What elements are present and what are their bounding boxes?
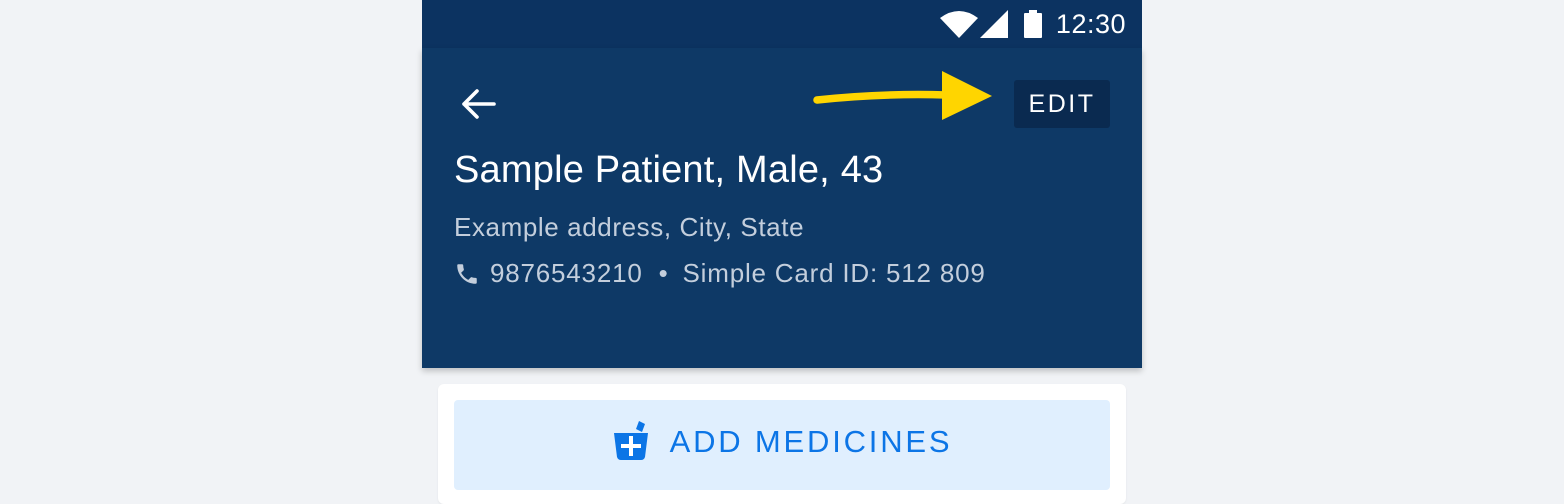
edit-button[interactable]: EDIT bbox=[1014, 80, 1110, 128]
actions-card: ADD MEDICINES bbox=[438, 384, 1126, 504]
battery-icon bbox=[1023, 10, 1042, 38]
separator-dot: • bbox=[658, 258, 669, 288]
phone-number: 9876543210 bbox=[490, 258, 643, 288]
patient-address: Example address, City, State bbox=[454, 212, 805, 242]
status-bar: 12:30 bbox=[422, 0, 1142, 48]
patient-header: EDIT Sample Patient, Male, 43 Example ad… bbox=[422, 48, 1142, 368]
contact-row: 9876543210 • Simple Card ID: 512 809 bbox=[454, 258, 986, 289]
wifi-icon bbox=[939, 10, 978, 38]
back-button[interactable] bbox=[448, 76, 508, 136]
status-icons: 12:30 bbox=[939, 0, 1126, 48]
cellular-signal-icon bbox=[979, 10, 1010, 38]
simple-card-id: Simple Card ID: 512 809 bbox=[682, 258, 986, 288]
add-medicines-content: ADD MEDICINES bbox=[612, 418, 953, 466]
arrow-back-icon bbox=[460, 88, 496, 125]
phone-screen: 12:30 EDIT Sample Patient, Male, 43 Exam… bbox=[422, 0, 1142, 504]
annotation-arrow-icon bbox=[812, 68, 992, 133]
patient-title: Sample Patient, Male, 43 bbox=[454, 149, 884, 191]
medicine-mortar-icon bbox=[612, 420, 650, 465]
phone-icon bbox=[454, 261, 480, 287]
status-time: 12:30 bbox=[1055, 8, 1126, 39]
add-medicines-button[interactable]: ADD MEDICINES bbox=[454, 400, 1110, 490]
add-medicines-label: ADD MEDICINES bbox=[669, 424, 953, 459]
